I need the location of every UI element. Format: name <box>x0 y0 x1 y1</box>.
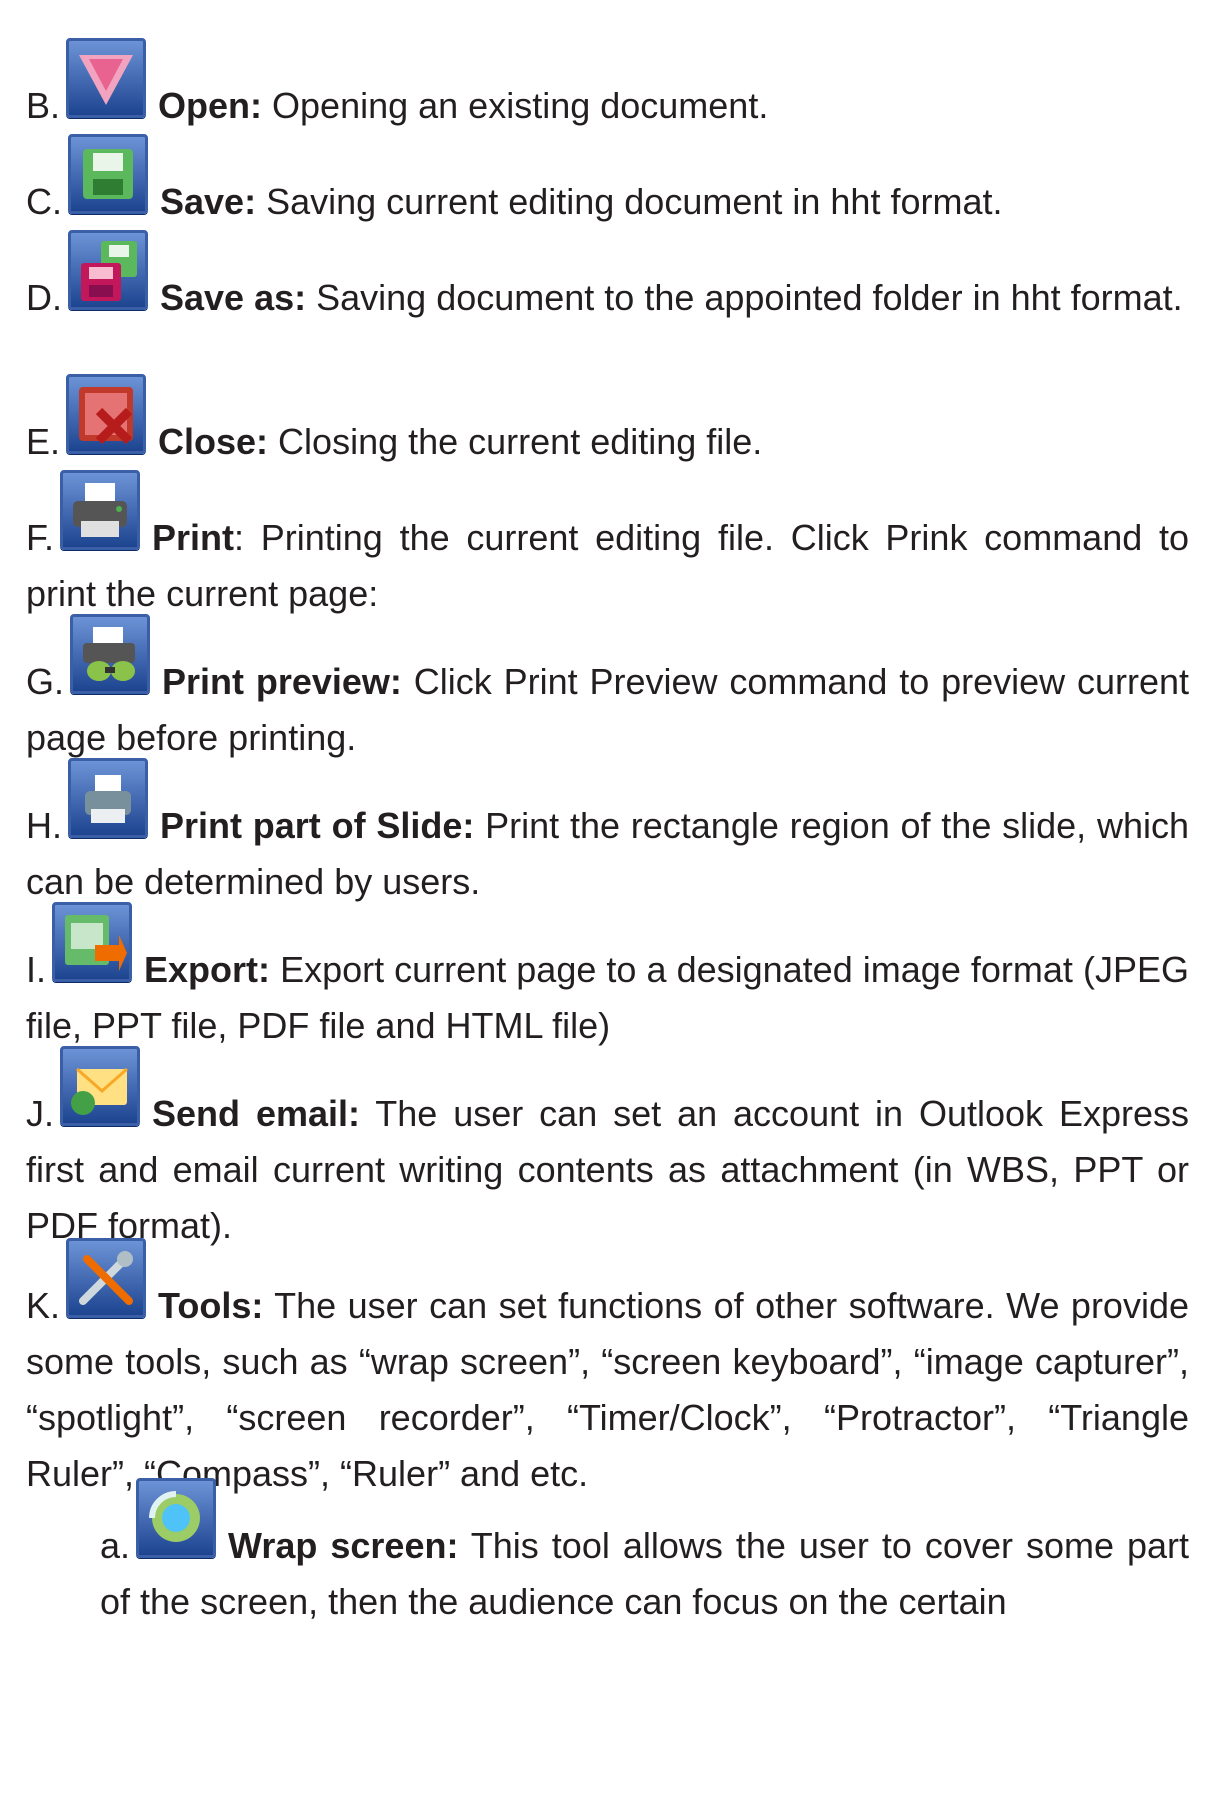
print-preview-icon <box>70 614 151 694</box>
item-save-as: D. Save as: Saving document to the appoin… <box>26 230 1189 326</box>
save-icon <box>68 134 148 214</box>
item-close: E. Close: Closing the current editing fil… <box>26 374 1189 470</box>
export-icon <box>52 902 133 982</box>
item-send-email: J. Send email: The user can set an accoun… <box>26 1046 1189 1254</box>
send-email-icon <box>60 1046 141 1126</box>
print-part-of-slide-icon <box>68 758 148 838</box>
save-as-icon <box>68 230 148 310</box>
tools-icon <box>66 1238 147 1318</box>
item-save: C. Save: Saving current editing document … <box>26 134 1189 230</box>
item-export: I. Export: Export current page to a desig… <box>26 902 1189 1054</box>
wrap-screen-icon <box>136 1478 217 1558</box>
print-icon <box>60 470 141 550</box>
item-print: F. Print: Printing the current editing fi… <box>26 470 1189 622</box>
open-icon <box>66 38 147 118</box>
item-print-part-of-slide: H. Print part of Slide: Print the rectang… <box>26 758 1189 910</box>
item-open: B. Open: Opening an existing document. <box>26 38 1189 134</box>
item-print-preview: G. Print preview: Click Print Preview com… <box>26 614 1189 766</box>
item-tools: K. Tools: The user can set functions of o… <box>26 1238 1189 1502</box>
close-icon <box>66 374 147 454</box>
subitem-wrap-screen: a. Wrap screen: This tool allows the user… <box>100 1478 1189 1630</box>
